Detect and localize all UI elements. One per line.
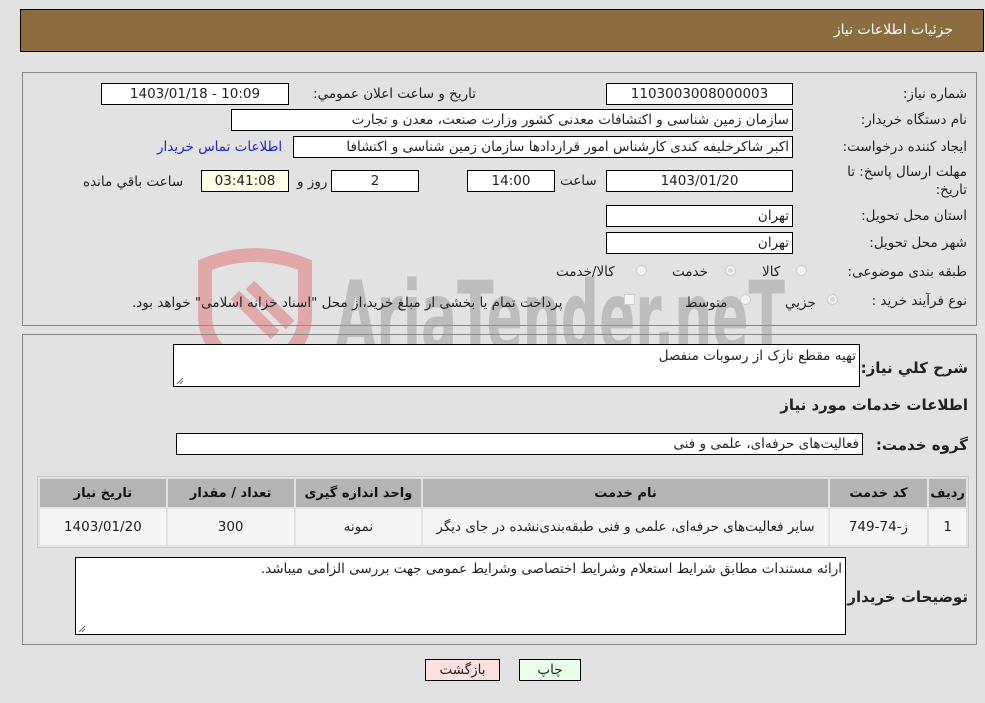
purchase-option-medium: متوسط [685,295,728,311]
cell-need-date: 1403/01/20 [40,509,166,545]
description-label: شرح کلي نياز: [860,359,968,377]
purchase-radio-medium[interactable] [740,294,751,305]
buyer-notes-text: ارائه مستندات مطابق شرایط استعلام وشرایط… [260,561,842,577]
cell-row-number: 1 [929,509,966,545]
services-heading: اطلاعات خدمات مورد نياز [780,396,968,414]
treasury-checkbox[interactable] [624,294,635,305]
col-quantity: تعداد / مقدار [167,479,294,507]
page-header: جزئیات اطلاعات نیاز [20,9,984,52]
print-button[interactable]: چاپ [519,659,581,681]
need-number-field: 1103003008000003 [606,83,793,105]
category-radio-goods[interactable] [796,265,807,276]
deadline-label-date: تاريخ: [935,182,967,198]
category-option-service: خدمت [672,264,708,280]
col-row-number: رديف [929,479,966,507]
description-textarea[interactable]: تهیه مقطع نازک از رسوبات منفصل [173,344,860,387]
col-service-name: نام خدمت [423,479,828,507]
cell-service-name: سایر فعالیت‌های حرفه‌ای، علمی و فنی طبقه… [423,509,828,545]
back-button[interactable]: بازگشت [425,659,500,681]
announce-datetime-field: 1403/01/18 - 10:09 [101,83,289,105]
resize-grip-icon[interactable] [78,625,86,633]
province-label: استان محل تحويل: [861,208,967,224]
col-service-code: کد خدمت [829,479,928,507]
table-row: 1 ز-74-749 سایر فعالیت‌های حرفه‌ای، علمی… [40,509,966,545]
purchase-option-minor: جزيي [785,295,816,311]
services-table: رديف کد خدمت نام خدمت واحد اندازه گيری ت… [37,476,969,548]
cell-quantity: 300 [167,509,294,545]
cell-service-code: ز-74-749 [829,509,928,545]
service-group-field: فعالیت‌های حرفه‌ای، علمی و فنی [176,433,863,455]
category-label: طبقه بندی موضوعی: [847,264,967,280]
city-field: تهران [606,232,793,254]
category-radio-service[interactable] [725,265,736,276]
page-title: جزئیات اطلاعات نیاز [833,22,953,38]
cell-unit: نمونه [295,509,422,545]
announce-datetime-label: تاریخ و ساعت اعلان عمومي: [313,86,476,102]
buyer-notes-textarea[interactable]: ارائه مستندات مطابق شرایط استعلام وشرایط… [75,557,846,635]
treasury-note: پرداخت تمام يا بخشی از مبلغ خريد،از محل … [132,295,563,311]
buyer-org-field: سازمان زمین شناسی و اکتشافات معدنی کشور … [231,109,793,131]
purchase-type-label: نوع فرآيند خريد : [871,293,967,309]
purchase-radio-minor[interactable] [827,294,838,305]
days-label: روز و [297,174,328,190]
need-number-label: شماره نیاز: [902,86,967,102]
deadline-time-label: ساعت [560,173,597,189]
buyer-org-label: نام دستگاه خريدار: [860,112,967,128]
description-text: تهیه مقطع نازک از رسوبات منفصل [658,348,856,364]
buyer-contact-link[interactable]: اطلاعات تماس خريدار [157,139,282,155]
resize-grip-icon[interactable] [176,377,184,385]
deadline-label: مهلت ارسال پاسخ: تا [847,164,967,180]
category-option-goods-service: کالا/خدمت [556,264,615,280]
city-label: شهر محل تحويل: [869,235,967,251]
table-header-row: رديف کد خدمت نام خدمت واحد اندازه گيری ت… [40,479,966,507]
col-unit: واحد اندازه گيری [295,479,422,507]
deadline-date-field: 1403/01/20 [606,170,793,192]
remaining-time-label: ساعت باقي مانده [83,174,184,190]
category-radio-goods-service[interactable] [636,265,647,276]
deadline-time-field: 14:00 [467,170,555,192]
province-field: تهران [606,205,793,227]
requester-field: اکبر شاکرخلیفه کندی کارشناس امور قرارداد… [293,136,793,158]
buyer-notes-label: توضيحات خريدار: [841,588,968,606]
remaining-time-field: 03:41:08 [201,170,289,192]
service-group-label: گروه خدمت: [875,436,968,454]
col-need-date: تاريخ نياز [40,479,166,507]
remaining-days-field: 2 [331,170,419,192]
requester-label: ايجاد کننده درخواست: [842,139,967,155]
category-option-goods: کالا [762,264,781,280]
